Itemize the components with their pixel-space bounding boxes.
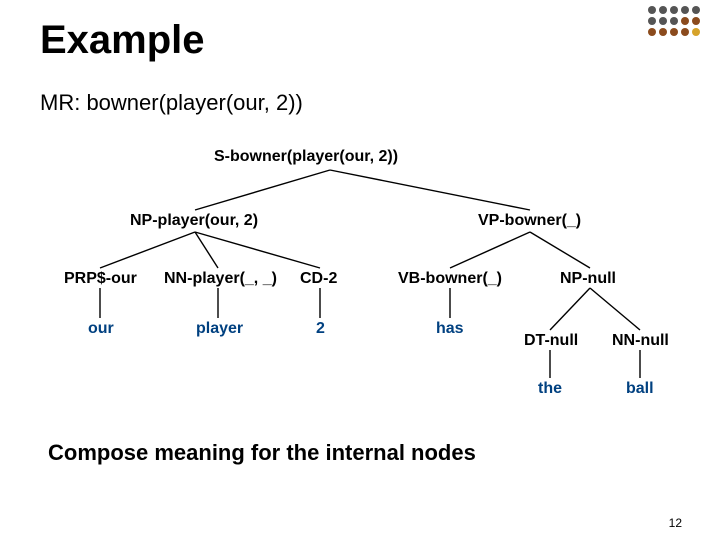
leaf-has: has	[436, 320, 464, 338]
leaf-two: 2	[316, 320, 325, 338]
node-nn2: NN-null	[612, 332, 669, 350]
node-s: S-bowner(player(our, 2))	[214, 148, 398, 166]
leaf-our: our	[88, 320, 114, 338]
leaf-player: player	[196, 320, 243, 338]
page-number: 12	[669, 516, 682, 530]
node-vp: VP-bowner(_)	[478, 212, 581, 230]
node-vb: VB-bowner(_)	[398, 270, 502, 288]
node-np: NP-player(our, 2)	[130, 212, 258, 230]
node-nn: NN-player(_, _)	[164, 270, 277, 288]
node-cd: CD-2	[300, 270, 337, 288]
leaf-ball: ball	[626, 380, 654, 398]
node-np2: NP-null	[560, 270, 616, 288]
node-dt: DT-null	[524, 332, 578, 350]
caption: Compose meaning for the internal nodes	[48, 440, 476, 466]
node-prp: PRP$-our	[64, 270, 137, 288]
leaf-the: the	[538, 380, 562, 398]
